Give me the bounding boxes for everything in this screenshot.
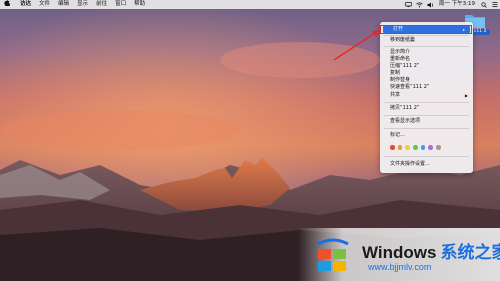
menu-go[interactable]: 前往 bbox=[92, 0, 111, 9]
watermark-brand: Windows bbox=[362, 243, 437, 262]
tag-color-dot[interactable] bbox=[413, 145, 418, 150]
tag-color-dot[interactable] bbox=[405, 145, 410, 150]
menu-item-copy[interactable]: 拷贝“111 2” bbox=[380, 105, 473, 112]
menu-item-move-to-trash[interactable]: 移到废纸篓 bbox=[380, 37, 473, 44]
menu-help[interactable]: 帮助 bbox=[130, 0, 149, 9]
tag-color-dot[interactable] bbox=[420, 145, 426, 150]
tag-color-dot[interactable] bbox=[436, 145, 441, 150]
windows-logo-icon bbox=[317, 238, 349, 271]
tag-color-row bbox=[390, 144, 444, 151]
menu-separator bbox=[384, 128, 469, 129]
menu-item-make-alias[interactable]: 制作替身 bbox=[380, 77, 473, 84]
menu-separator bbox=[384, 156, 469, 157]
menu-edit[interactable]: 编辑 bbox=[54, 0, 73, 9]
menu-window[interactable]: 窗口 bbox=[111, 0, 130, 9]
menu-separator bbox=[384, 35, 469, 36]
menu-separator bbox=[384, 115, 469, 116]
menu-separator bbox=[384, 46, 469, 47]
menu-item-duplicate[interactable]: 复制 bbox=[380, 70, 473, 77]
menu-bar: 访达 文件 编辑 显示 前往 窗口 帮助 周一 下午3:19 bbox=[0, 0, 500, 9]
highlight-box bbox=[380, 25, 472, 34]
menu-item-compress[interactable]: 压缩“111 2” bbox=[380, 63, 473, 70]
watermark-brand-cn: 系统之家 bbox=[440, 243, 500, 262]
chevron-right-icon: ▶ bbox=[464, 93, 468, 98]
menu-item-tags[interactable]: 标记... bbox=[380, 132, 473, 139]
apple-icon[interactable] bbox=[0, 0, 14, 10]
menu-file[interactable]: 文件 bbox=[35, 0, 54, 9]
menu-view[interactable]: 显示 bbox=[73, 0, 92, 9]
folder-label[interactable]: 111 2 bbox=[470, 29, 490, 35]
tag-color-dot[interactable] bbox=[397, 145, 403, 150]
menu-finder[interactable]: 访达 bbox=[14, 0, 35, 9]
menu-item-view-options[interactable]: 查看显示选项 bbox=[380, 118, 473, 125]
menu-item-rename[interactable]: 重新命名 bbox=[380, 56, 473, 63]
menu-separator bbox=[384, 102, 469, 103]
wifi-icon[interactable] bbox=[415, 2, 423, 8]
watermark: Windows 系统之家 www.bjjmlv.com bbox=[298, 228, 500, 281]
watermark-title: Windows 系统之家 bbox=[362, 238, 500, 263]
watermark-url: www.bjjmlv.com bbox=[368, 262, 432, 272]
tag-color-dot[interactable] bbox=[390, 145, 395, 150]
menu-item-share-label: 共享 bbox=[390, 92, 401, 98]
context-menu: 打开 ▸ 移到废纸篓 显示简介 重新命名 压缩“111 2” 复制 制作替身 快… bbox=[380, 22, 473, 173]
menu-clock[interactable]: 周一 下午3:19 bbox=[436, 0, 478, 9]
volume-icon[interactable] bbox=[426, 2, 434, 8]
menu-item-share[interactable]: 共享 ▶ bbox=[380, 92, 473, 99]
menu-list-icon[interactable] bbox=[491, 2, 499, 8]
menu-item-get-info[interactable]: 显示简介 bbox=[380, 49, 473, 56]
tag-color-dot[interactable] bbox=[428, 145, 433, 150]
menu-item-folder-actions[interactable]: 文件夹操作设置... bbox=[380, 161, 473, 168]
display-icon[interactable] bbox=[404, 2, 412, 8]
search-icon[interactable] bbox=[480, 1, 488, 8]
menu-item-quick-look[interactable]: 快速查看“111 2” bbox=[380, 84, 473, 91]
